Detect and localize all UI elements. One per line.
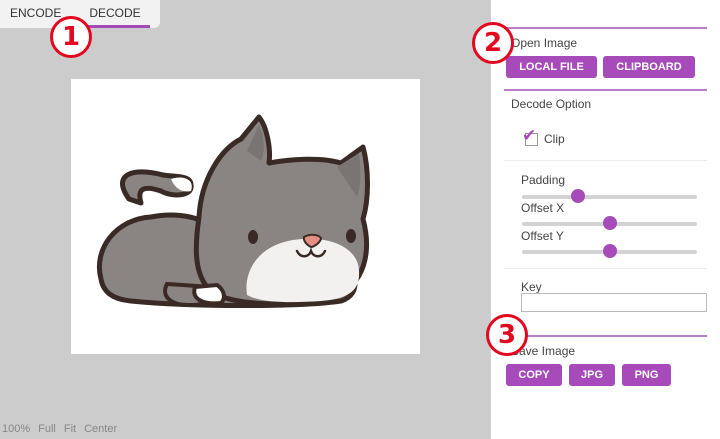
slider-track bbox=[522, 195, 697, 199]
checkmark-icon: ✔ bbox=[522, 126, 537, 146]
slider-thumb[interactable] bbox=[602, 216, 617, 230]
decode-option-title: Decode Option bbox=[511, 97, 592, 111]
clipboard-button[interactable]: CLIPBOARD bbox=[603, 56, 695, 78]
canvas-area: ENCODE DECODE 100% Full Fit Center bbox=[0, 0, 490, 439]
zoom-100-option[interactable]: 100% bbox=[2, 423, 30, 435]
control-panel: Open Image LOCAL FILE CLIPBOARD Decode O… bbox=[490, 0, 720, 439]
jpg-button[interactable]: JPG bbox=[569, 364, 615, 386]
offset-y-slider[interactable] bbox=[522, 244, 697, 260]
offset-x-label: Offset X bbox=[521, 201, 565, 215]
key-input[interactable] bbox=[521, 293, 707, 312]
local-file-button[interactable]: LOCAL FILE bbox=[506, 56, 597, 78]
slider-thumb[interactable] bbox=[571, 189, 585, 203]
step-3-badge: 3 bbox=[486, 314, 528, 356]
step-1-badge: 1 bbox=[50, 16, 92, 58]
open-image-title: Open Image bbox=[511, 36, 578, 50]
png-button[interactable]: PNG bbox=[622, 364, 671, 386]
image-preview bbox=[71, 79, 420, 354]
copy-button[interactable]: COPY bbox=[506, 364, 562, 386]
section-divider bbox=[504, 27, 707, 29]
zoom-full-option[interactable]: Full bbox=[38, 423, 56, 435]
zoom-fit-option[interactable]: Fit bbox=[64, 423, 76, 435]
zoom-center-option[interactable]: Center bbox=[84, 423, 117, 435]
offset-y-label: Offset Y bbox=[521, 229, 564, 243]
section-divider bbox=[504, 335, 707, 337]
divider bbox=[504, 160, 707, 161]
clip-label: Clip bbox=[544, 132, 565, 146]
zoom-bar: 100% Full Fit Center bbox=[2, 423, 117, 435]
cat-image bbox=[97, 114, 370, 308]
tab-decode[interactable]: DECODE bbox=[80, 0, 150, 28]
section-divider bbox=[504, 89, 707, 91]
key-label: Key bbox=[521, 280, 542, 294]
divider bbox=[504, 268, 707, 269]
step-2-badge: 2 bbox=[472, 22, 514, 64]
slider-thumb[interactable] bbox=[602, 244, 617, 258]
padding-label: Padding bbox=[521, 173, 566, 187]
